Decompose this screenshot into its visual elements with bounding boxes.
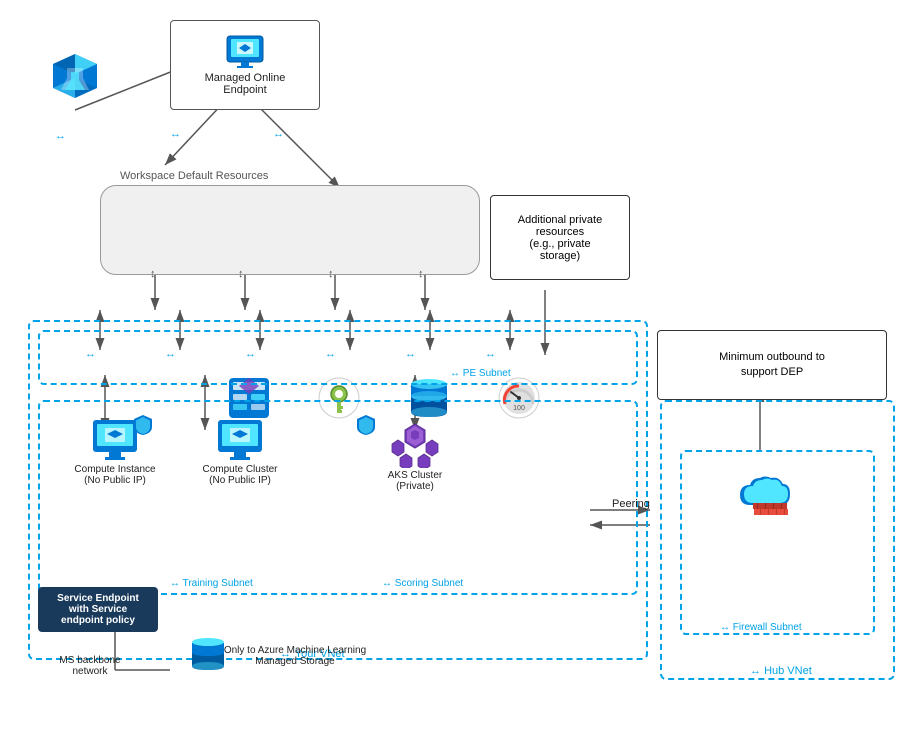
additional-private-box: Additional private resources (e.g., priv… <box>490 195 630 280</box>
ws-arrow-3: ↕ <box>328 268 334 280</box>
firewall-icon <box>735 470 805 525</box>
ms-backbone-label: MS backbone network <box>50 655 130 677</box>
pe-arrow-2: ↔ <box>165 348 176 360</box>
aks-cluster-container: AKS Cluster (Private) <box>370 420 460 492</box>
shield-icon-ci <box>132 413 154 435</box>
pe-arrow-6: ↔ <box>485 348 496 360</box>
service-endpoint-label: Service Endpoint with Service endpoint p… <box>57 593 139 626</box>
ep-arrow-2: ↔ <box>273 128 284 140</box>
service-endpoint-box: Service Endpoint with Service endpoint p… <box>38 587 158 632</box>
aks-cluster-label: AKS Cluster (Private) <box>388 470 442 492</box>
ws-arrow-4: ↕ <box>418 268 424 280</box>
endpoint-icon <box>225 34 265 70</box>
managed-online-endpoint-box: Managed Online Endpoint <box>170 20 320 110</box>
azure-ml-icon-container <box>35 50 115 102</box>
pe-arrow-1: ↔ <box>85 348 96 360</box>
additional-private-label: Additional private resources (e.g., priv… <box>518 214 602 262</box>
compute-cluster-container: Compute Cluster (No Public IP) <box>195 418 285 486</box>
ws-arrow-1: ↕ <box>150 268 156 280</box>
pe-arrow-3: ↔ <box>245 348 256 360</box>
minimum-outbound-label: Minimum outbound to support DEP <box>719 350 825 381</box>
azure-ml-icon <box>49 50 101 102</box>
workspace-default-label: Workspace Default Resources <box>120 170 268 182</box>
managed-online-endpoint-label: Managed Online Endpoint <box>205 72 286 96</box>
pe-arrow-4: ↔ <box>325 348 336 360</box>
ep-arrow-3: ↔ <box>55 130 66 142</box>
firewall-icon-container <box>730 470 810 525</box>
ws-arrow-2: ↕ <box>238 268 244 280</box>
firewall-subnet-label: ↔ Firewall Subnet <box>720 622 802 633</box>
compute-instance-label: Compute Instance (No Public IP) <box>74 464 155 486</box>
pe-arrow-5: ↔ <box>405 348 416 360</box>
compute-instance-container: Compute Instance (No Public IP) <box>70 418 160 486</box>
minimum-outbound-box: Minimum outbound to support DEP <box>657 330 887 400</box>
workspace-rounded-box: 100 <box>100 185 480 275</box>
compute-cluster-label: Compute Cluster (No Public IP) <box>202 464 277 486</box>
compute-cluster-icon <box>216 418 264 462</box>
pe-subnet-dashed <box>38 330 638 385</box>
aks-icon <box>388 420 442 468</box>
ep-arrow-1: ↔ <box>170 128 181 140</box>
peering-label: Peering <box>612 498 650 510</box>
hub-vnet-label: ↔ Hub VNet <box>750 665 812 677</box>
diagram: Managed Online Endpoint Workspace Defaul… <box>0 0 919 735</box>
only-to-azure-label: Only to Azure Machine Learning Managed S… <box>215 645 375 667</box>
